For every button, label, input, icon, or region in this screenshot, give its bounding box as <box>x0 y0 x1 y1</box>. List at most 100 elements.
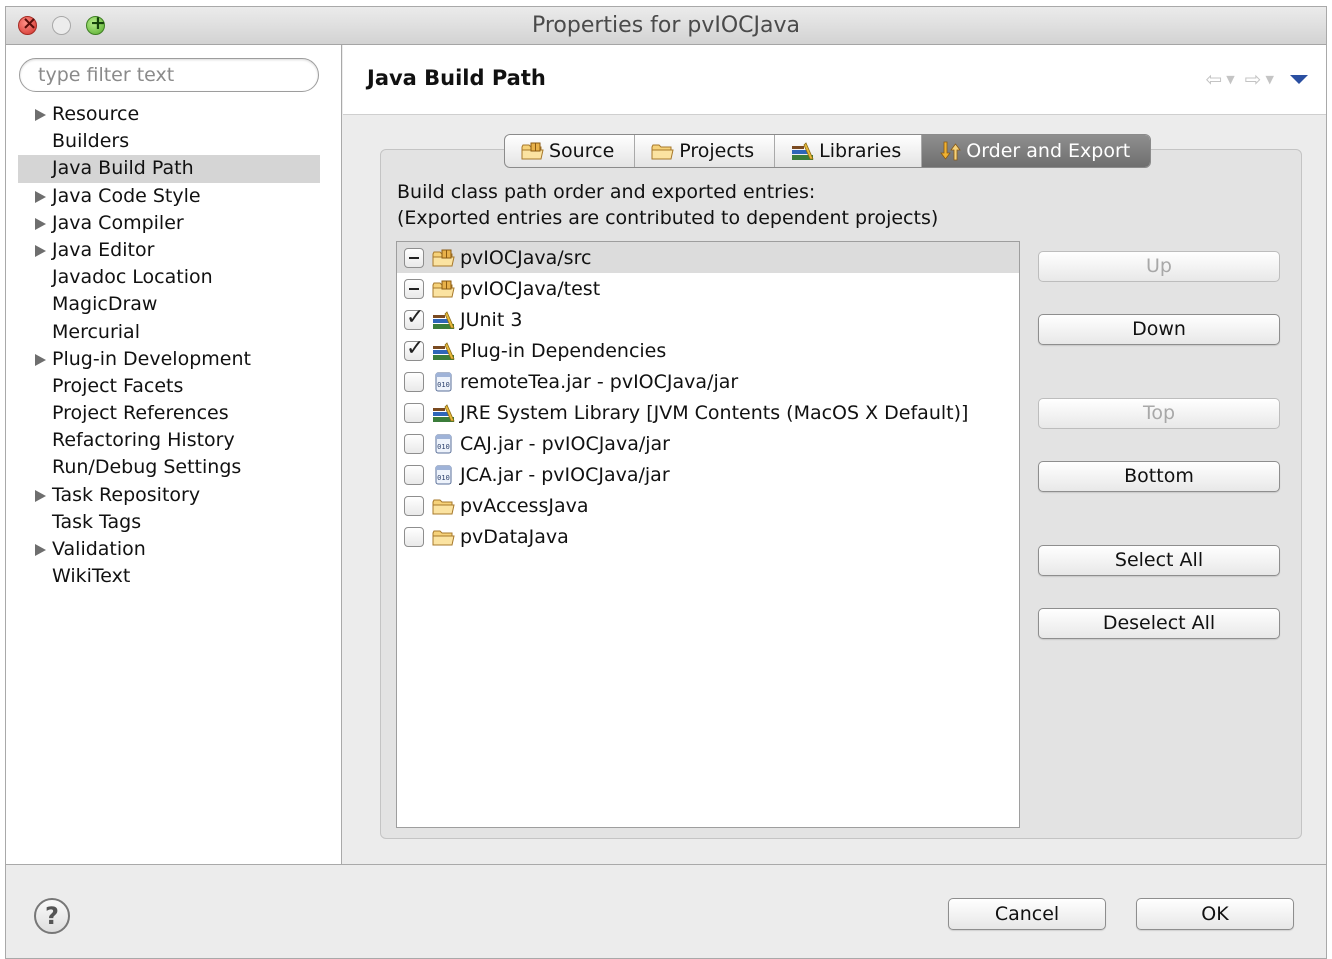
expand-arrow-icon[interactable] <box>35 353 46 366</box>
list-item[interactable]: pvIOCJava/src <box>397 242 1019 273</box>
list-item[interactable]: pvDataJava <box>397 521 1019 552</box>
sidebar-item-java-build-path[interactable]: Java Build Path <box>18 155 320 183</box>
export-checkbox[interactable] <box>404 464 424 485</box>
back-arrow-icon[interactable]: ⇦ <box>1206 67 1223 91</box>
sidebar-item-label: Java Editor <box>52 238 155 261</box>
list-item-label: JRE System Library [JVM Contents (MacOS … <box>460 401 969 424</box>
list-item-label: JCA.jar - pvIOCJava/jar <box>460 463 670 486</box>
list-item[interactable]: 010 JCA.jar - pvIOCJava/jar <box>397 459 1019 490</box>
export-checkbox[interactable] <box>404 526 424 547</box>
jar-icon: 010 <box>432 372 456 392</box>
svg-text:010: 010 <box>437 381 450 389</box>
sidebar-item-label: Java Compiler <box>52 211 184 234</box>
description-line-2: (Exported entries are contributed to dep… <box>397 207 939 229</box>
tab-bar: Source Projects Libraries Order and Export <box>504 134 1152 168</box>
description-line-1: Build class path order and exported entr… <box>397 181 816 203</box>
filter-input[interactable] <box>19 58 319 92</box>
ok-button[interactable]: OK <box>1136 898 1294 930</box>
tab-label: Order and Export <box>966 140 1131 162</box>
tab-label: Source <box>549 140 615 162</box>
sidebar-item-project-references[interactable]: Project References <box>18 400 320 427</box>
sidebar-item-builders[interactable]: Builders <box>18 128 320 155</box>
tab-order-and-export[interactable]: Order and Export <box>922 135 1151 167</box>
sidebar-item-resource[interactable]: Resource <box>18 101 320 128</box>
cancel-button[interactable]: Cancel <box>948 898 1106 930</box>
sidebar-item-refactoring-history[interactable]: Refactoring History <box>18 427 320 454</box>
list-item[interactable]: 010 CAJ.jar - pvIOCJava/jar <box>397 428 1019 459</box>
library-icon <box>791 141 815 161</box>
list-item[interactable]: pvAccessJava <box>397 490 1019 521</box>
expand-arrow-icon[interactable] <box>35 544 46 556</box>
sidebar-item-task-tags[interactable]: Task Tags <box>18 509 320 536</box>
library-icon <box>432 403 456 423</box>
export-checkbox[interactable] <box>404 433 424 454</box>
sidebar: Resource Builders Java Build Path Java Code… <box>6 45 342 864</box>
export-checkbox[interactable] <box>404 278 424 299</box>
list-item[interactable]: 010 remoteTea.jar - pvIOCJava/jar <box>397 366 1019 397</box>
expand-arrow-icon[interactable] <box>35 190 46 203</box>
list-item-label: Plug-in Dependencies <box>460 339 667 362</box>
list-item[interactable]: Plug-in Dependencies <box>397 335 1019 366</box>
sidebar-item-mercurial[interactable]: Mercurial <box>18 319 320 346</box>
sidebar-item-java-code-style[interactable]: Java Code Style <box>18 183 320 210</box>
list-item[interactable]: JUnit 3 <box>397 304 1019 335</box>
sidebar-item-java-compiler[interactable]: Java Compiler <box>18 210 320 237</box>
sidebar-item-task-repository[interactable]: Task Repository <box>18 482 320 509</box>
up-button[interactable]: Up <box>1038 251 1280 282</box>
sidebar-item-magicdraw[interactable]: MagicDraw <box>18 291 320 318</box>
bottom-button[interactable]: Bottom <box>1038 461 1280 492</box>
tab-label: Libraries <box>819 140 902 162</box>
deselect-all-button[interactable]: Deselect All <box>1038 608 1280 639</box>
export-checkbox[interactable] <box>404 495 424 516</box>
tab-label: Projects <box>679 140 755 162</box>
sidebar-item-run-debug-settings[interactable]: Run/Debug Settings <box>18 454 320 481</box>
export-checkbox[interactable] <box>404 336 424 361</box>
select-all-button[interactable]: Select All <box>1038 545 1280 576</box>
classpath-entries-list[interactable]: pvIOCJava/src pvIOCJava/test JUnit 3 Plug-i… <box>396 241 1020 828</box>
tab-source[interactable]: Source <box>505 135 636 167</box>
down-button[interactable]: Down <box>1038 314 1280 345</box>
sidebar-item-label: Java Build Path <box>52 157 194 180</box>
export-checkbox[interactable] <box>404 371 424 392</box>
navigation-controls: ⇦ ▼ ⇨ ▼ <box>1206 67 1308 91</box>
forward-arrow-icon[interactable]: ⇨ <box>1245 67 1262 91</box>
sidebar-item-validation[interactable]: Validation <box>18 536 320 563</box>
export-checkbox[interactable] <box>404 247 424 268</box>
source-folder-icon <box>432 248 456 268</box>
expand-arrow-icon[interactable] <box>35 244 46 257</box>
dialog-footer: ? Cancel OK <box>6 864 1326 958</box>
sidebar-item-plug-in-development[interactable]: Plug-in Development <box>18 346 320 373</box>
list-item[interactable]: JRE System Library [JVM Contents (MacOS … <box>397 397 1019 428</box>
sidebar-item-label: Task Repository <box>52 483 201 506</box>
page-header: Java Build Path ⇦ ▼ ⇨ ▼ <box>343 45 1326 115</box>
sidebar-item-label: Project References <box>52 402 229 425</box>
list-item-label: pvIOCJava/test <box>460 277 601 300</box>
forward-dropdown-icon[interactable]: ▼ <box>1266 73 1274 86</box>
sidebar-item-java-editor[interactable]: Java Editor <box>18 237 320 264</box>
expand-arrow-icon[interactable] <box>35 217 46 230</box>
view-menu-icon[interactable] <box>1290 74 1308 84</box>
list-item[interactable]: pvIOCJava/test <box>397 273 1019 304</box>
sidebar-item-label: WikiText <box>52 565 131 588</box>
tab-libraries[interactable]: Libraries <box>775 135 923 167</box>
property-page-tree: Resource Builders Java Build Path Java Code… <box>18 101 320 590</box>
sidebar-item-label: Project Facets <box>52 374 184 397</box>
export-checkbox[interactable] <box>404 305 424 330</box>
list-item-label: CAJ.jar - pvIOCJava/jar <box>460 432 670 455</box>
help-icon[interactable]: ? <box>34 898 70 934</box>
expand-arrow-icon[interactable] <box>35 489 46 502</box>
title-bar[interactable]: Properties for pvIOCJava <box>6 7 1326 45</box>
sidebar-item-project-facets[interactable]: Project Facets <box>18 373 320 400</box>
export-checkbox[interactable] <box>404 402 424 423</box>
properties-window: Properties for pvIOCJava Resource Builder… <box>5 6 1327 959</box>
sidebar-item-javadoc-location[interactable]: Javadoc Location <box>18 264 320 291</box>
list-item-label: JUnit 3 <box>460 308 523 331</box>
list-item-label: pvDataJava <box>460 525 569 548</box>
sidebar-item-wikitext[interactable]: WikiText <box>18 563 320 590</box>
library-icon <box>432 341 456 361</box>
back-dropdown-icon[interactable]: ▼ <box>1226 73 1234 86</box>
expand-arrow-icon[interactable] <box>35 109 46 121</box>
top-button[interactable]: Top <box>1038 398 1280 429</box>
project-folder-icon <box>651 141 675 161</box>
tab-projects[interactable]: Projects <box>635 135 776 167</box>
